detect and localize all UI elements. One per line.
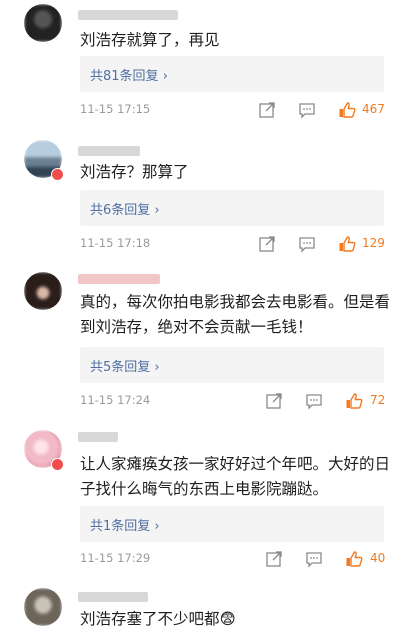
- reply-count-label: 共81条回复: [90, 69, 159, 84]
- share-icon[interactable]: [258, 235, 276, 253]
- comment-meta: 11-15 17:15 467: [80, 101, 390, 119]
- timestamp: 11-15 17:24: [80, 393, 151, 407]
- chevron-right-icon: ›: [162, 69, 168, 84]
- comment-icon[interactable]: [298, 101, 316, 119]
- comment-text-body: 刘浩存塞了不少吧都: [80, 610, 220, 628]
- avatar[interactable]: [24, 272, 62, 310]
- timestamp: 11-15 17:18: [80, 236, 151, 250]
- comment-text: 刘浩存就算了，再见: [80, 31, 220, 49]
- timestamp: 11-15 17:15: [80, 102, 151, 116]
- like-count: 467: [362, 102, 385, 116]
- emoji-face-icon: 😨: [219, 610, 236, 628]
- username-blurred[interactable]: [78, 274, 160, 284]
- share-icon[interactable]: [265, 550, 283, 568]
- avatar[interactable]: [24, 4, 62, 42]
- chevron-right-icon: ›: [154, 203, 160, 218]
- reply-count-link[interactable]: 共81条回复 ›: [80, 56, 384, 92]
- verified-badge: [51, 168, 64, 181]
- reply-count-link[interactable]: 共5条回复 ›: [80, 347, 384, 383]
- timestamp: 11-15 17:29: [80, 551, 151, 565]
- avatar[interactable]: [24, 588, 62, 626]
- username-blurred[interactable]: [78, 10, 178, 20]
- comment-icon[interactable]: [305, 392, 323, 410]
- username-blurred[interactable]: [78, 592, 148, 602]
- comment-text: 真的，每次你拍电影我都会去电影看。但是看到刘浩存，绝对不会贡献一毛钱！: [80, 293, 391, 336]
- reply-count-label: 共6条回复: [90, 203, 151, 218]
- comment-text: 让人家瘫痪女孩一家好好过个年吧。大好的日子找什么晦气的东西上电影院蹦跶。: [80, 455, 391, 498]
- reply-count-link[interactable]: 共1条回复 ›: [80, 506, 384, 542]
- like-thumb-icon[interactable]: [338, 235, 356, 253]
- username-blurred[interactable]: [78, 146, 140, 156]
- like-thumb-icon[interactable]: [338, 101, 356, 119]
- comment-icon[interactable]: [298, 235, 316, 253]
- like-count: 72: [370, 393, 386, 407]
- reply-count-label: 共5条回复: [90, 360, 151, 375]
- reply-count-link[interactable]: 共6条回复 ›: [80, 190, 384, 226]
- comment-icon[interactable]: [305, 550, 323, 568]
- comment-text: 刘浩存塞了不少吧都😨: [80, 607, 392, 632]
- comment-meta: 11-15 17:18 129: [80, 235, 390, 253]
- username-blurred[interactable]: [78, 432, 118, 442]
- chevron-right-icon: ›: [154, 360, 160, 375]
- like-thumb-icon[interactable]: [345, 392, 363, 410]
- chevron-right-icon: ›: [154, 519, 160, 534]
- comment-text: 刘浩存？那算了: [80, 163, 189, 181]
- reply-count-label: 共1条回复: [90, 519, 151, 534]
- share-icon[interactable]: [265, 392, 283, 410]
- like-thumb-icon[interactable]: [345, 550, 363, 568]
- share-icon[interactable]: [258, 101, 276, 119]
- verified-badge: [51, 458, 64, 471]
- comment-meta: 11-15 17:24 72: [80, 392, 390, 410]
- like-count: 129: [362, 236, 385, 250]
- like-count: 40: [370, 551, 386, 565]
- comment-meta: 11-15 17:29 40: [80, 550, 390, 568]
